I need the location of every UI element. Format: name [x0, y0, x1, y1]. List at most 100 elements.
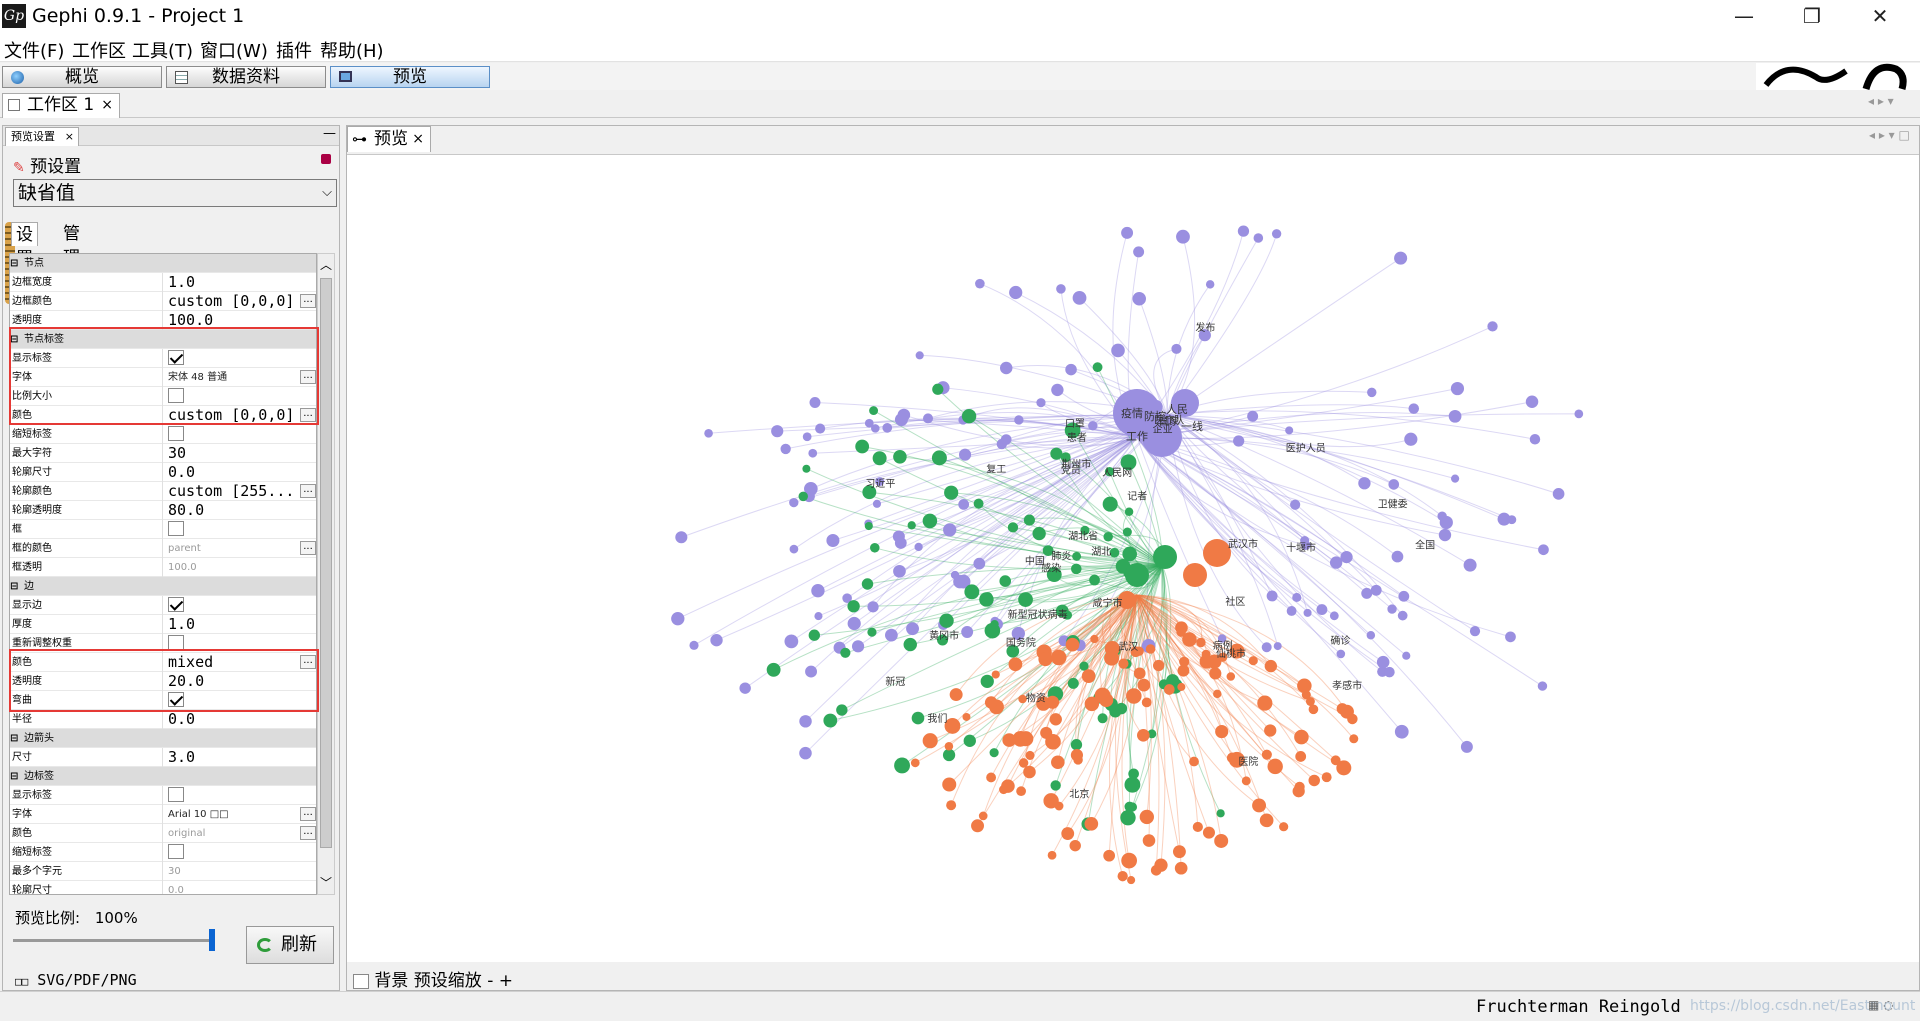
graph-hub-node[interactable]: [1203, 539, 1231, 567]
menu-window[interactable]: 窗口(W): [200, 37, 268, 63]
graph-node[interactable]: [1321, 772, 1332, 783]
graph-node[interactable]: [964, 584, 980, 600]
graph-node[interactable]: [872, 499, 882, 508]
graph-node[interactable]: [1391, 550, 1404, 563]
graph-node[interactable]: [671, 612, 685, 626]
graph-node[interactable]: [1285, 426, 1294, 435]
graph-node[interactable]: [851, 640, 865, 653]
preview-ratio-slider-thumb[interactable]: [209, 929, 215, 951]
panel-nav-arrows-icon[interactable]: ◂ ▸ ▾ □: [1869, 128, 1910, 142]
graph-node[interactable]: [986, 772, 997, 783]
graph-node[interactable]: [784, 634, 799, 649]
graph-node[interactable]: [1303, 608, 1312, 617]
graph-node[interactable]: [1163, 684, 1175, 695]
graph-node[interactable]: [1070, 739, 1083, 751]
graph-hub-node[interactable]: [1125, 563, 1149, 587]
graph-node[interactable]: [1290, 499, 1301, 510]
graph-node[interactable]: [962, 712, 971, 721]
ellipsis-button[interactable]: ...: [300, 826, 316, 840]
graph-node[interactable]: [1145, 644, 1156, 654]
network-graph[interactable]: 疫情 防控人民工作一线武汉湖北医院肺炎人民网新冠患者感染记者确诊北京中国全国我们社…: [347, 155, 1919, 963]
graph-node[interactable]: [864, 521, 873, 531]
graph-node[interactable]: [915, 351, 924, 360]
tab-manage-renderers[interactable]: 管理渲染器: [59, 222, 84, 340]
graph-node[interactable]: [1124, 507, 1134, 516]
checkbox[interactable]: [168, 426, 184, 441]
graph-node[interactable]: [798, 491, 808, 502]
graph-node[interactable]: [1008, 657, 1023, 672]
graph-node[interactable]: [999, 575, 1012, 587]
graph-node[interactable]: [826, 533, 840, 548]
overview-mode-button[interactable]: 概览: [2, 66, 162, 88]
graph-node[interactable]: [1316, 604, 1328, 616]
graph-node[interactable]: [910, 758, 920, 768]
graph-node[interactable]: [808, 629, 820, 641]
graph-node[interactable]: [869, 406, 879, 416]
property-value[interactable]: 0.0: [162, 710, 316, 729]
graph-node[interactable]: [811, 584, 825, 598]
refresh-button[interactable]: 刷新: [246, 926, 334, 964]
property-value[interactable]: 1.0: [162, 615, 316, 634]
menu-workspace[interactable]: 工作区: [72, 37, 126, 63]
graph-node[interactable]: [1297, 678, 1312, 693]
graph-node[interactable]: [1237, 225, 1250, 237]
graph-node[interactable]: [1552, 488, 1565, 500]
graph-node[interactable]: [893, 564, 906, 578]
graph-node[interactable]: [1460, 740, 1473, 753]
checkbox[interactable]: [168, 787, 184, 802]
graph-node[interactable]: [949, 688, 963, 702]
graph-node[interactable]: [1081, 669, 1096, 683]
graph-node[interactable]: [1054, 801, 1064, 811]
graph-node[interactable]: [1336, 760, 1352, 776]
graph-node[interactable]: [978, 811, 988, 821]
graph-node[interactable]: [1233, 435, 1245, 447]
graph-node[interactable]: [1036, 398, 1046, 408]
checkbox[interactable]: [168, 597, 184, 612]
graph-node[interactable]: [704, 428, 713, 438]
close-icon[interactable]: ×: [65, 128, 74, 145]
chevron-up-icon[interactable]: ︿: [320, 256, 332, 273]
graph-node[interactable]: [808, 448, 818, 458]
graph-node[interactable]: [1088, 420, 1098, 431]
property-value[interactable]: 80.0: [162, 501, 316, 520]
graph-node[interactable]: [1529, 434, 1541, 445]
graph-node[interactable]: [1294, 729, 1309, 745]
graph-node[interactable]: [1177, 682, 1186, 691]
graph-node[interactable]: [939, 613, 954, 628]
graph-node[interactable]: [1139, 809, 1154, 825]
property-checkbox[interactable]: [162, 596, 316, 615]
graph-node[interactable]: [1487, 321, 1498, 332]
checkbox[interactable]: [168, 635, 184, 650]
restore-icon[interactable]: ❐: [1784, 0, 1840, 32]
graph-node[interactable]: [1000, 434, 1012, 445]
property-checkbox[interactable]: [162, 520, 316, 539]
graph-node[interactable]: [1014, 415, 1024, 425]
graph-node[interactable]: [1264, 659, 1278, 673]
graph-node[interactable]: [1094, 687, 1111, 704]
property-value[interactable]: parent: [162, 539, 316, 558]
graph-node[interactable]: [1438, 528, 1452, 542]
graph-node[interactable]: [799, 746, 812, 760]
property-checkbox[interactable]: [162, 786, 316, 805]
graph-node[interactable]: [1061, 827, 1075, 840]
preview-settings-tab[interactable]: 预览设置 ×: [5, 127, 79, 146]
property-category[interactable]: ⊟ 边: [10, 577, 316, 596]
graph-node[interactable]: [922, 513, 938, 529]
export-button[interactable]: □□ SVG/PDF/PNG: [15, 971, 137, 989]
graph-node[interactable]: [991, 670, 1000, 679]
graph-hub-node[interactable]: [1183, 563, 1207, 587]
property-value[interactable]: 0.0: [162, 463, 316, 482]
graph-node[interactable]: [1069, 839, 1081, 852]
graph-node[interactable]: [944, 485, 959, 500]
preview-mode-button[interactable]: 预览: [330, 66, 490, 88]
collapse-icon[interactable]: ⊟: [10, 771, 18, 782]
close-icon[interactable]: ×: [412, 127, 424, 151]
graph-node[interactable]: [1189, 756, 1199, 767]
graph-node[interactable]: [1121, 852, 1137, 869]
graph-node[interactable]: [739, 682, 751, 694]
graph-node[interactable]: [1016, 786, 1026, 797]
graph-node[interactable]: [1394, 724, 1409, 739]
graph-node[interactable]: [1065, 637, 1080, 652]
graph-node[interactable]: [1137, 678, 1151, 692]
graph-node[interactable]: [864, 418, 874, 428]
